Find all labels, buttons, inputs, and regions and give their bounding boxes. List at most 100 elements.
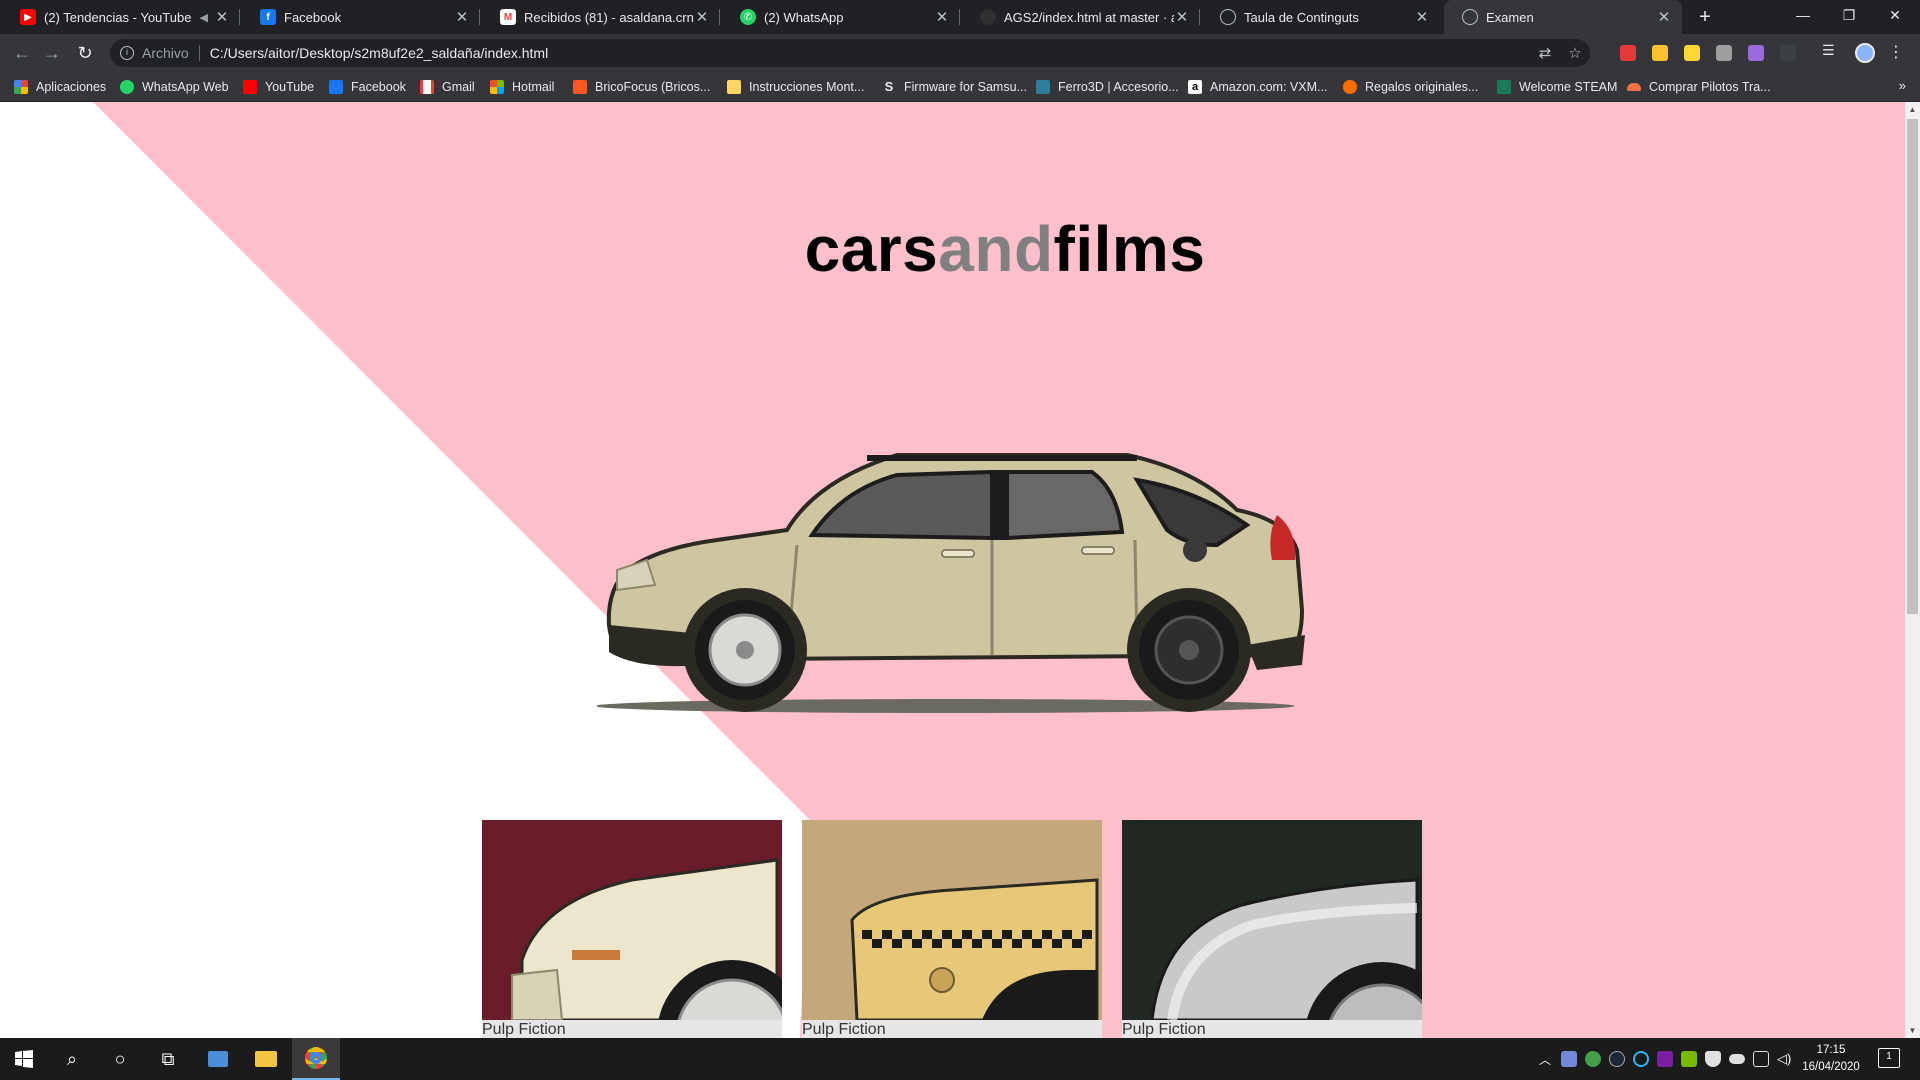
scroll-thumb[interactable] <box>1907 119 1918 614</box>
back-button[interactable]: ← <box>10 41 34 65</box>
start-button[interactable] <box>0 1038 48 1080</box>
bookmark-pilotos[interactable]: Comprar Pilotos Tra... <box>1627 72 1771 102</box>
minimize-button[interactable]: — <box>1780 0 1826 30</box>
extension-icon[interactable] <box>1620 45 1636 61</box>
steam-icon <box>1497 80 1511 94</box>
close-icon[interactable]: ✕ <box>1414 8 1430 26</box>
tab-github[interactable]: AGS2/index.html at master · asal ✕ <box>962 0 1200 34</box>
forward-button[interactable]: → <box>40 41 64 65</box>
cortana-circle-icon: ○ <box>114 1048 126 1069</box>
shield-icon[interactable] <box>1705 1051 1721 1067</box>
notification-count: 1 <box>1886 1051 1892 1062</box>
menu-kebab-icon[interactable]: ⋮ <box>1888 42 1904 62</box>
vertical-scrollbar[interactable]: ▲ ▼ <box>1905 102 1920 1038</box>
tray-chevron-icon[interactable]: ︿ <box>1537 1051 1553 1067</box>
check-icon[interactable] <box>1585 1051 1601 1067</box>
tab-gmail[interactable]: M Recibidos (81) - asaldana.crn@ar ✕ <box>482 0 720 34</box>
bookmark-hotmail[interactable]: Hotmail <box>490 72 554 102</box>
translate-icon[interactable]: ⇄ <box>1530 44 1560 62</box>
scroll-up-arrow[interactable]: ▲ <box>1905 102 1920 117</box>
bookmark-whatsapp-web[interactable]: WhatsApp Web <box>120 72 229 102</box>
discord-icon[interactable] <box>1561 1051 1577 1067</box>
close-icon[interactable]: ✕ <box>694 8 710 26</box>
onedrive-icon[interactable] <box>1729 1054 1745 1064</box>
gmail-icon <box>420 80 434 94</box>
youtube-icon: ▶ <box>20 9 36 25</box>
close-icon[interactable]: ✕ <box>1656 8 1672 26</box>
media-queue-icon[interactable]: ☰ <box>1822 42 1838 58</box>
bookmarks-bar: Aplicaciones WhatsApp Web YouTube Facebo… <box>0 72 1920 102</box>
address-url[interactable]: C:/Users/aitor/Desktop/s2m8uf2e2_saldaña… <box>210 45 1530 61</box>
scroll-down-arrow[interactable]: ▼ <box>1905 1023 1920 1038</box>
taskbar-app-control-panel[interactable] <box>194 1038 242 1080</box>
notification-center-button[interactable]: 1 <box>1878 1048 1900 1068</box>
reload-button[interactable]: ↻ <box>73 41 97 65</box>
task-view-button[interactable]: ⧉ <box>144 1038 192 1080</box>
more-bookmarks-icon[interactable]: » <box>1899 78 1906 93</box>
tab-whatsapp[interactable]: ✆ (2) WhatsApp ✕ <box>722 0 960 34</box>
bookmark-aplicaciones[interactable]: Aplicaciones <box>14 72 106 102</box>
onenote-icon[interactable] <box>1657 1051 1673 1067</box>
folder-icon <box>727 80 741 94</box>
address-bar[interactable]: i Archivo C:/Users/aitor/Desktop/s2m8uf2… <box>110 39 1590 67</box>
bookmark-amazon[interactable]: a Amazon.com: VXM... <box>1188 72 1327 102</box>
extension-icon[interactable] <box>1748 45 1764 61</box>
new-tab-button[interactable]: + <box>1692 4 1718 30</box>
tab-title: Facebook <box>284 9 342 25</box>
bookmark-firmware[interactable]: S Firmware for Samsu... <box>882 72 1027 102</box>
tab-title: (2) Tendencias - YouTube <box>44 9 192 25</box>
sync-icon[interactable] <box>1633 1051 1649 1067</box>
film-card[interactable]: Pulp Fiction <box>1122 820 1422 1038</box>
facebook-icon: f <box>260 9 276 25</box>
close-window-button[interactable]: ✕ <box>1872 0 1918 30</box>
speaker-icon[interactable]: ◀ <box>200 11 208 24</box>
tab-facebook[interactable]: f Facebook ✕ <box>242 0 480 34</box>
bookmark-star-icon[interactable]: ☆ <box>1560 44 1590 62</box>
extension-icon[interactable] <box>1716 45 1732 61</box>
close-icon[interactable]: ✕ <box>934 8 950 26</box>
tab-title: Recibidos (81) - asaldana.crn@ar <box>524 9 694 25</box>
taskbar-clock[interactable]: 17:15 16/04/2020 <box>1790 1042 1872 1076</box>
tab-youtube[interactable]: ▶ (2) Tendencias - YouTube ◀ ✕ <box>2 0 240 34</box>
bookmark-regalos[interactable]: Regalos originales... <box>1343 72 1478 102</box>
film-card[interactable]: Pulp Fiction <box>482 820 782 1038</box>
bookmark-facebook[interactable]: Facebook <box>329 72 406 102</box>
bookmark-youtube[interactable]: YouTube <box>243 72 314 102</box>
film-card[interactable]: Pulp Fiction <box>802 820 1102 1038</box>
close-icon[interactable]: ✕ <box>214 8 230 26</box>
taskbar-app-explorer[interactable] <box>242 1038 290 1080</box>
bookmark-label: Comprar Pilotos Tra... <box>1649 80 1771 94</box>
restore-button[interactable]: ❐ <box>1826 0 1872 30</box>
nvidia-icon[interactable] <box>1681 1051 1697 1067</box>
extension-icon[interactable] <box>1652 45 1668 61</box>
bookmark-ferro3d[interactable]: Ferro3D | Accesorio... <box>1036 72 1179 102</box>
car-icon <box>1627 83 1641 91</box>
info-icon[interactable]: i <box>120 46 134 60</box>
globe-icon <box>1220 9 1236 25</box>
film-card-image <box>482 820 782 1020</box>
search-button[interactable]: ⌕ <box>48 1038 96 1080</box>
extension-icon[interactable] <box>1684 45 1700 61</box>
profile-avatar[interactable] <box>1855 43 1875 63</box>
tab-taula[interactable]: Taula de Continguts ✕ <box>1202 0 1440 34</box>
gift-icon <box>1343 80 1357 94</box>
tab-separator <box>479 9 480 25</box>
taskbar-app-chrome[interactable] <box>292 1038 340 1080</box>
steam-icon[interactable] <box>1609 1051 1625 1067</box>
bookmark-instrucciones[interactable]: Instrucciones Mont... <box>727 72 864 102</box>
tab-examen[interactable]: Examen ✕ <box>1444 0 1682 34</box>
tab-separator <box>1199 9 1200 25</box>
cortana-button[interactable]: ○ <box>96 1038 144 1080</box>
close-icon[interactable]: ✕ <box>454 8 470 26</box>
network-icon[interactable] <box>1753 1051 1769 1067</box>
whatsapp-icon: ✆ <box>740 9 756 25</box>
bookmark-steam[interactable]: Welcome STEAM <box>1497 72 1617 102</box>
chrome-icon <box>305 1047 327 1069</box>
film-cards: Pulp Fiction Pulp Fiction Pulp Fiction <box>482 820 1422 1038</box>
bookmark-bricofocus[interactable]: BricoFocus (Bricos... <box>573 72 710 102</box>
bookmark-gmail[interactable]: Gmail <box>420 72 475 102</box>
brand-part-and: and <box>938 213 1054 285</box>
close-icon[interactable]: ✕ <box>1174 8 1190 26</box>
address-scheme: Archivo <box>142 45 200 61</box>
extension-icon[interactable] <box>1780 45 1796 61</box>
